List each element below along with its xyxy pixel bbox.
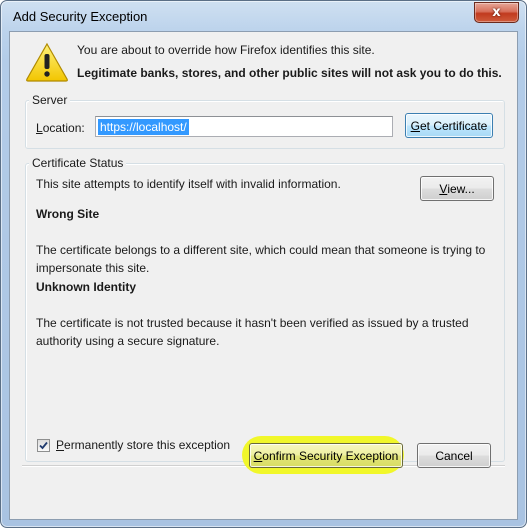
warning-icon xyxy=(26,42,68,82)
get-certificate-button[interactable]: Get Certificate xyxy=(405,113,493,138)
warning-message: You are about to override how Firefox id… xyxy=(77,43,375,57)
wrong-site-text: The certificate belongs to a different s… xyxy=(36,243,486,275)
location-value: https://localhost/ xyxy=(98,119,189,135)
dialog-window: Add Security Exception x You are about t… xyxy=(0,0,527,528)
wrong-site-heading: Wrong Site xyxy=(36,207,100,221)
location-input[interactable]: https://localhost/ xyxy=(95,116,393,137)
close-button[interactable]: x xyxy=(474,2,519,23)
checkmark-icon xyxy=(39,441,48,449)
location-label: Location: xyxy=(36,121,85,135)
permanent-store-checkbox[interactable] xyxy=(37,438,50,452)
unknown-identity-heading: Unknown Identity xyxy=(36,280,136,294)
warning-emphasis: Legitimate banks, stores, and other publ… xyxy=(77,66,502,80)
window-title: Add Security Exception xyxy=(13,9,148,24)
view-button[interactable]: View... xyxy=(420,176,494,201)
certificate-status-group: Certificate Status This site attempts to… xyxy=(25,156,505,462)
permanent-store-option[interactable]: Permanently store this exception xyxy=(37,438,230,452)
server-group: Server Location: https://localhost/ Get … xyxy=(25,93,505,149)
unknown-identity-text: The certificate is not trusted because i… xyxy=(36,316,469,348)
title-bar[interactable]: Add Security Exception x xyxy=(1,1,526,31)
permanent-store-label: Permanently store this exception xyxy=(56,438,231,452)
confirm-security-exception-button[interactable]: Confirm Security Exception xyxy=(249,443,403,468)
cancel-button[interactable]: Cancel xyxy=(417,443,491,468)
server-group-label: Server xyxy=(29,93,71,107)
status-intro: This site attempts to identify itself wi… xyxy=(36,177,341,191)
certificate-status-label: Certificate Status xyxy=(29,156,127,170)
close-icon: x xyxy=(492,5,501,20)
